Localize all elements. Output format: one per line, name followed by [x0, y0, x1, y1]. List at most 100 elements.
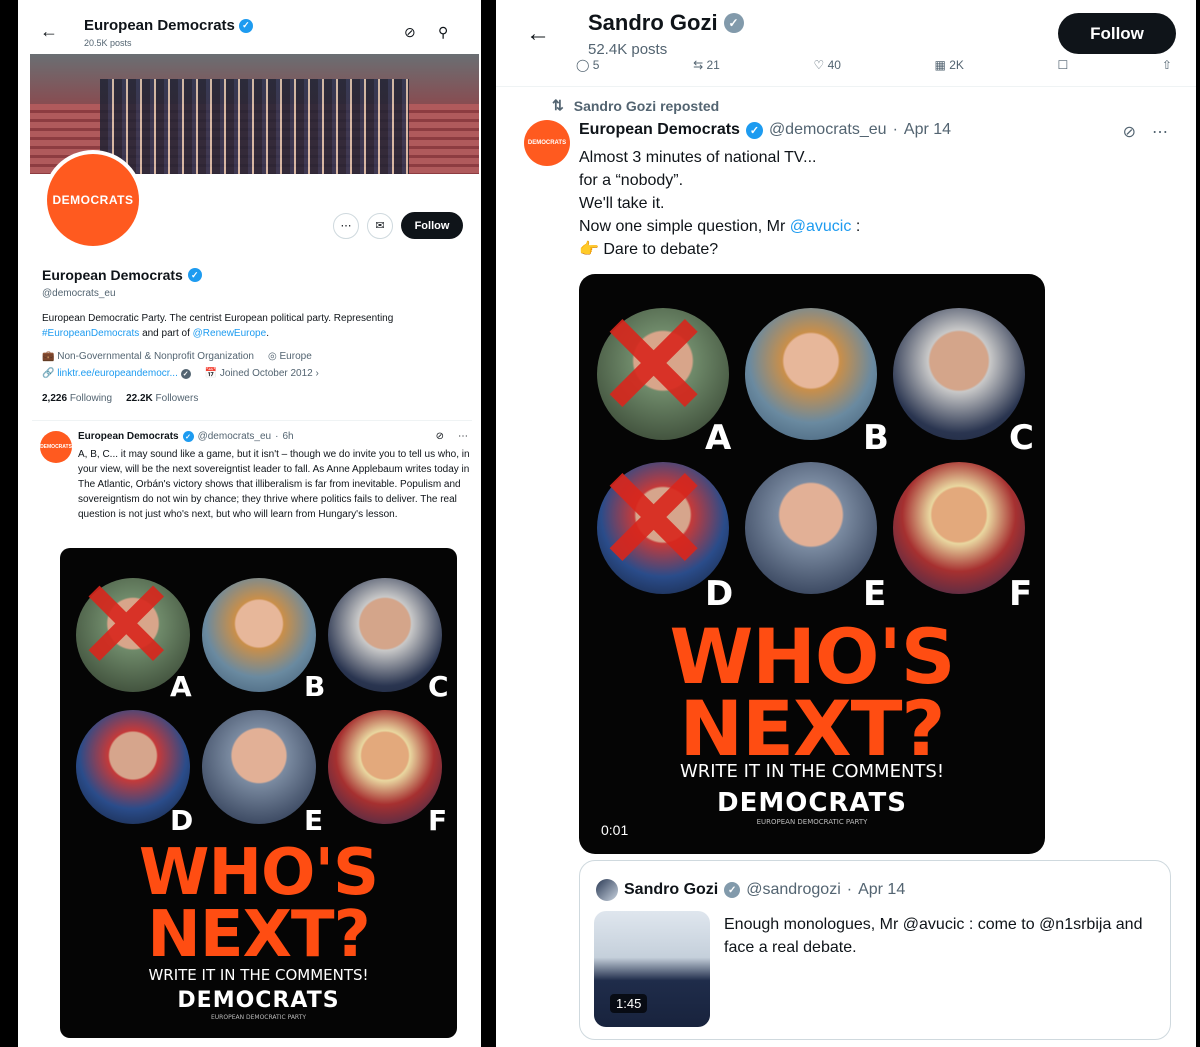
back-arrow-icon[interactable]: ← — [526, 20, 550, 48]
profile-name-text: European Democrats — [42, 267, 183, 283]
tweet-line-2: for a “nobody”. — [579, 172, 684, 189]
poster-brand-sub: EUROPEAN DEMOCRATIC PARTY — [756, 818, 868, 826]
tweet-line-1: Almost 3 minutes of national TV... — [579, 149, 817, 166]
dot-separator: · — [275, 431, 279, 442]
poster-brand-logo: DEMOCRATS — [717, 788, 907, 818]
tweet-avatar[interactable]: DEMOCRATS — [40, 431, 72, 463]
grok-icon[interactable]: ⊘ — [1123, 122, 1136, 142]
right-screenshot-panel: ← Sandro Gozi ✓ 52.4K posts Follow ◯ 5 ⇆… — [496, 0, 1196, 1047]
verified-badge-icon: ✓ — [187, 268, 202, 282]
red-cross-mark: ✕ — [76, 559, 177, 693]
briefcase-icon: 💼 — [42, 351, 55, 362]
profile-avatar[interactable]: DEMOCRATS — [43, 150, 143, 250]
share-icon[interactable]: ⇧ — [1162, 58, 1172, 72]
more-icon[interactable]: ⋯ — [458, 431, 468, 442]
poster-cta: WRITE IT IN THE COMMENTS! — [148, 966, 369, 984]
quote-avatar[interactable] — [596, 879, 618, 901]
like-count: 40 — [827, 58, 841, 72]
tweet-time[interactable]: Apr 14 — [904, 121, 951, 139]
repost-label[interactable]: Sandro Gozi reposted — [574, 98, 719, 114]
more-options-button[interactable]: ⋯ — [333, 212, 359, 239]
video-timestamp: 0:01 — [601, 822, 629, 838]
poster-letter-b: B — [863, 418, 889, 458]
like-action[interactable]: ♡ 40 — [813, 58, 840, 72]
dot-separator: · — [892, 121, 898, 138]
portrait-f — [328, 710, 442, 824]
views-action[interactable]: ▦ 2K — [935, 58, 964, 72]
quote-video-duration: 1:45 — [610, 994, 648, 1013]
bio-end: . — [266, 328, 269, 339]
verified-badge-icon: ✓ — [182, 431, 194, 442]
pinned-tweet[interactable]: DEMOCRATS European Democrats ✓ @democrat… — [32, 420, 472, 520]
following-stat[interactable]: 2,226 Following — [42, 393, 112, 404]
tweet-media-poster[interactable]: ✕ A B C D E F WHO'S NEXT? WRITE IT IN TH… — [60, 548, 457, 1038]
portrait-e — [745, 462, 877, 594]
divider — [496, 86, 1196, 87]
followers-stat[interactable]: 22.2K Followers — [126, 393, 198, 404]
poster-letter-c: C — [428, 670, 449, 703]
views-icon: ▦ — [934, 58, 946, 72]
tweet-header: European Democrats ✓ @democrats_eu · Apr… — [579, 121, 951, 139]
quote-author-name[interactable]: Sandro Gozi — [624, 881, 718, 899]
poster-cta: WRITE IT IN THE COMMENTS! — [679, 761, 945, 782]
location-text: Europe — [279, 351, 312, 362]
tweet-author-handle[interactable]: @democrats_eu — [769, 121, 887, 139]
profile-bio: European Democratic Party. The centrist … — [42, 311, 462, 341]
tweet-line-4: Now one simple question, Mr @avucic : — [579, 215, 860, 238]
reply-count: 5 — [592, 58, 600, 72]
back-arrow-icon[interactable]: ← — [40, 22, 58, 40]
poster-letter-e: E — [863, 574, 887, 614]
header-title: European Democrats ✓ — [84, 17, 253, 34]
tweet-time[interactable]: 6h — [282, 431, 293, 442]
poster-letter-b: B — [304, 670, 326, 703]
mention-link[interactable]: @avucic — [790, 218, 852, 235]
banner-group-photo — [100, 79, 409, 174]
bookmark-icon[interactable]: ☐ — [1058, 58, 1069, 72]
bio-hashtag-link[interactable]: #EuropeanDemocrats — [42, 328, 139, 339]
tweet-avatar[interactable]: DEMOCRATS — [524, 120, 570, 166]
verified-badge-icon: ✓ — [238, 18, 253, 33]
poster-headline-next: NEXT? — [679, 684, 945, 773]
follow-button[interactable]: Follow — [1058, 13, 1176, 54]
link-icon: 🔗 — [42, 368, 55, 379]
tweet-author-handle[interactable]: @democrats_eu — [198, 431, 272, 442]
profile-meta-row-1: 💼 Non-Governmental & Nonprofit Organizat… — [42, 351, 312, 362]
quote-author-handle[interactable]: @sandrogozi — [746, 881, 841, 899]
link-item[interactable]: 🔗 linktr.ee/europeandemocr... ✓ — [42, 368, 191, 379]
tweet-author-name[interactable]: European Democrats — [78, 431, 179, 442]
quoted-tweet[interactable]: Sandro Gozi ✓ @sandrogozi · Apr 14 1:45 … — [579, 860, 1171, 1040]
chevron-right-icon: › — [315, 368, 319, 379]
tweet-video-poster[interactable]: ✕ A B C ✕ D E F WHO'S NEXT? WRITE IT IN … — [579, 274, 1045, 854]
repost-action[interactable]: ⇆ 21 — [693, 58, 720, 72]
left-screenshot-panel: ← European Democrats ✓ 20.5K posts ⊘ ⚲ D… — [8, 0, 485, 1047]
follow-button[interactable]: Follow — [401, 212, 463, 239]
reply-action[interactable]: ◯ 5 — [576, 58, 599, 72]
more-icon[interactable]: ⋯ — [1152, 122, 1168, 142]
quote-video-thumbnail[interactable]: 1:45 — [594, 911, 710, 1027]
tweet-author-name[interactable]: European Democrats — [579, 121, 740, 139]
grok-icon[interactable]: ⊘ — [404, 24, 416, 41]
tweet-line-5-text: Dare to debate? — [603, 241, 719, 258]
tweet-line-4-text: Now one simple question, Mr — [579, 218, 786, 235]
portrait-e — [202, 710, 316, 824]
header-post-count: 20.5K posts — [84, 38, 132, 48]
joined-item: 📅 Joined October 2012 › — [205, 368, 319, 379]
portrait-b — [202, 578, 316, 692]
poster-brand-sub: EUROPEAN DEMOCRATIC PARTY — [211, 1014, 306, 1021]
grok-icon[interactable]: ⊘ — [436, 431, 444, 442]
message-icon[interactable]: ✉ — [367, 212, 393, 239]
poster-letter-d: D — [170, 804, 194, 837]
search-icon[interactable]: ⚲ — [438, 24, 448, 41]
repost-indicator: ⇅ Sandro Gozi reposted — [552, 97, 719, 114]
previous-tweet-actions: ◯ 5 ⇆ 21 ♡ 40 ▦ 2K ☐ ⇧ — [576, 58, 1172, 72]
profile-name: European Democrats ✓ — [42, 267, 202, 283]
red-cross-mark: ✕ — [595, 441, 713, 598]
tweet-line-4-end: : — [855, 218, 861, 235]
profile-link[interactable]: linktr.ee/europeandemocr... — [57, 368, 178, 379]
quote-time[interactable]: Apr 14 — [858, 881, 905, 899]
bio-mention-link[interactable]: @RenewEurope — [193, 328, 267, 339]
avatar-logo: DEMOCRATS — [47, 154, 139, 246]
repost-count: 21 — [706, 58, 720, 72]
profile-stats: 2,226 Following 22.2K Followers — [42, 393, 198, 404]
calendar-icon: 📅 — [204, 368, 218, 379]
